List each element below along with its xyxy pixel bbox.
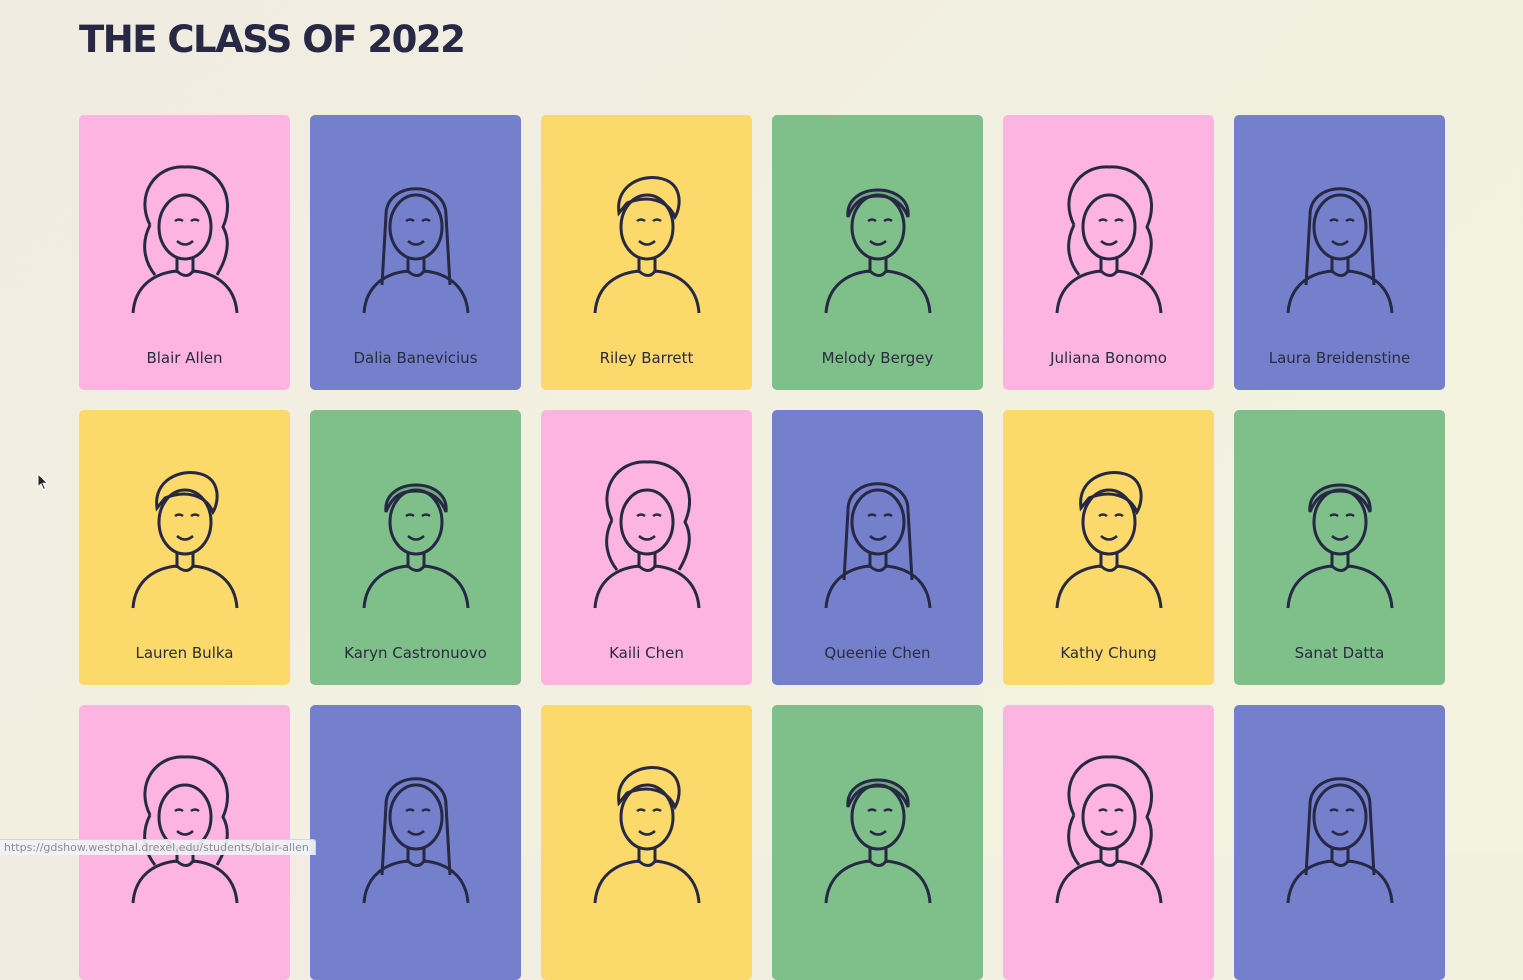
student-name: Melody Bergey xyxy=(821,349,934,367)
student-portrait-icon xyxy=(131,755,238,904)
student-portrait-icon xyxy=(593,766,700,904)
student-card[interactable]: Sanat Datta xyxy=(1234,410,1445,685)
student-name: Kaili Chen xyxy=(609,644,684,662)
student-portrait-icon xyxy=(593,176,700,314)
student-portrait-icon xyxy=(362,777,469,904)
student-name: Lauren Bulka xyxy=(135,644,234,662)
student-card[interactable]: Kathy Chung xyxy=(1003,410,1214,685)
student-card[interactable] xyxy=(1234,705,1445,980)
student-portrait-icon xyxy=(1055,471,1162,609)
student-portrait-icon xyxy=(824,778,931,904)
student-name: Blair Allen xyxy=(146,349,223,367)
student-card[interactable]: Dalia Banevicius xyxy=(310,115,521,390)
student-portrait-icon xyxy=(131,165,238,314)
student-name: Laura Breidenstine xyxy=(1268,349,1411,367)
student-name: Sanat Datta xyxy=(1294,644,1385,662)
student-portrait-icon xyxy=(1286,777,1393,904)
student-card[interactable]: Melody Bergey xyxy=(772,115,983,390)
student-card[interactable]: Blair Allen xyxy=(79,115,290,390)
student-card[interactable]: Juliana Bonomo xyxy=(1003,115,1214,390)
student-card[interactable] xyxy=(541,705,752,980)
student-portrait-icon xyxy=(1286,483,1393,609)
student-card[interactable] xyxy=(310,705,521,980)
student-portrait-icon xyxy=(362,187,469,314)
student-portrait-icon xyxy=(1055,165,1162,314)
page-title: THE CLASS OF 2022 xyxy=(79,18,466,61)
student-card[interactable]: Riley Barrett xyxy=(541,115,752,390)
student-card[interactable]: Karyn Castronuovo xyxy=(310,410,521,685)
student-card[interactable]: Lauren Bulka xyxy=(79,410,290,685)
student-card[interactable]: Laura Breidenstine xyxy=(1234,115,1445,390)
student-portrait-icon xyxy=(362,483,469,609)
student-card[interactable]: Kaili Chen xyxy=(541,410,752,685)
student-card[interactable] xyxy=(772,705,983,980)
student-portrait-icon xyxy=(131,471,238,609)
student-name: Karyn Castronuovo xyxy=(344,644,487,662)
student-name: Dalia Banevicius xyxy=(353,349,478,367)
mouse-cursor-icon xyxy=(37,473,49,491)
student-name: Queenie Chen xyxy=(824,644,931,662)
student-name: Riley Barrett xyxy=(599,349,694,367)
student-card[interactable]: Queenie Chen xyxy=(772,410,983,685)
student-card[interactable] xyxy=(1003,705,1214,980)
student-portrait-icon xyxy=(1055,755,1162,904)
student-portrait-icon xyxy=(824,188,931,314)
student-portrait-icon xyxy=(1286,187,1393,314)
student-name: Juliana Bonomo xyxy=(1050,349,1167,367)
student-portrait-icon xyxy=(593,460,700,609)
status-bar-url: https://gdshow.westphal.drexel.edu/stude… xyxy=(0,839,316,855)
student-portrait-icon xyxy=(824,482,931,609)
student-name: Kathy Chung xyxy=(1060,644,1157,662)
